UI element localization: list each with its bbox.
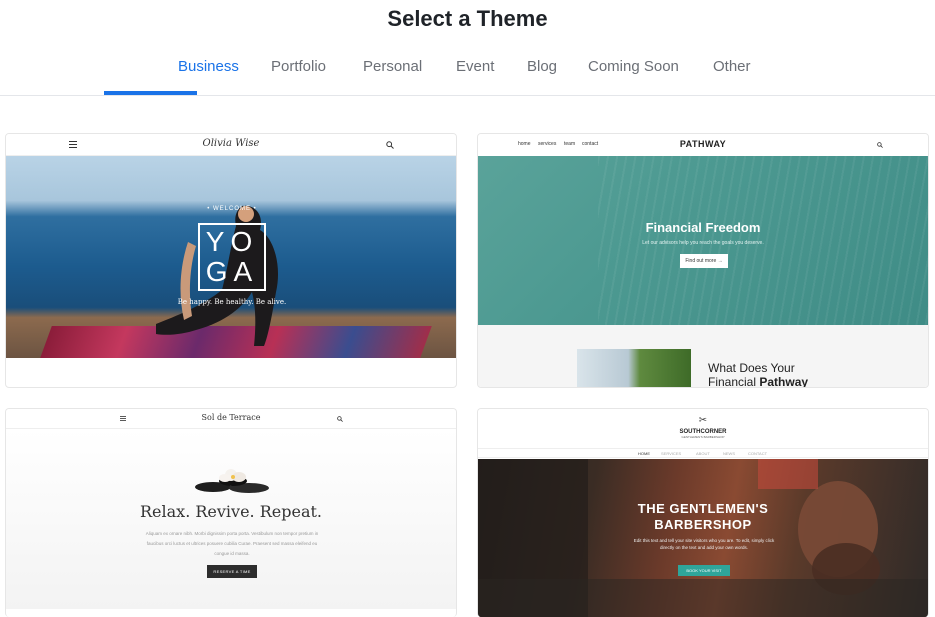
hero-title: Relax. Revive. Repeat. (140, 502, 322, 521)
section-heading-line-1: What Does Your (708, 361, 795, 375)
preview-section: What Does Your Financial Pathway (478, 325, 928, 388)
preview-nav-link: CONTACT (748, 451, 768, 456)
theme-card-pathway[interactable]: home services team contact PATHWAY Finan… (477, 133, 929, 388)
preview-nav-link: ABOUT (696, 451, 710, 456)
hero-title-line-1: THE GENTLEMEN'S (637, 501, 769, 516)
theme-card-terrace[interactable]: Sol de Terrace Relax. Revive. Repeat. Al… (5, 408, 457, 617)
preview-logo: SOUTHCORNER GENTLEMEN'S BARBERSHOP (478, 429, 928, 439)
tab-event[interactable]: Event (456, 58, 494, 75)
tab-blog[interactable]: Blog (527, 58, 557, 75)
hero-tagline: Be happy. Be healthy. Be alive. (177, 298, 287, 306)
preview-brand: Sol de Terrace (201, 413, 261, 422)
tab-business[interactable]: Business (178, 58, 239, 75)
theme-card-yoga[interactable]: Olivia Wise • WELCOME • YO GA Be happy. … (5, 133, 457, 388)
page-title: Select a Theme (387, 6, 548, 31)
search-icon (386, 141, 394, 149)
hero-paragraph: Aliquam ex ornare nibh. Morbi dignissim … (145, 531, 319, 556)
tab-other[interactable]: Other (713, 58, 751, 75)
hero-cta-button: RESERVE A TIME (207, 565, 257, 578)
hero-subtitle: Edit this text and tell your site visito… (633, 538, 775, 550)
hero-title: Financial Freedom (645, 220, 761, 235)
hero-title-line-1: YO (205, 226, 259, 257)
preview-nav: Olivia Wise (6, 134, 456, 156)
preview-nav: home services team contact PATHWAY (478, 134, 928, 156)
section-heading-plain: Financial (708, 375, 760, 388)
theme-card-southcorner[interactable]: ✂ SOUTHCORNER GENTLEMEN'S BARBERSHOP HOM… (477, 408, 929, 617)
section-heading: What Does Your Financial Pathway (708, 361, 908, 388)
hero-title: THE GENTLEMEN'S BARBERSHOP (478, 501, 928, 533)
section-heading-line-2: Financial Pathway (708, 375, 908, 388)
section-heading-bold: Pathway (759, 375, 809, 388)
search-icon (877, 142, 883, 148)
preview-logo-subtitle: GENTLEMEN'S BARBERSHOP (681, 435, 725, 439)
preview-header: ✂ SOUTHCORNER GENTLEMEN'S BARBERSHOP HOM… (478, 409, 928, 459)
hero-cta-button: Find out more → (680, 254, 728, 268)
section-image (577, 349, 691, 387)
preview-nav-link: HOME (638, 451, 650, 456)
preview-hero-image: • WELCOME • YO GA Be happy. Be healthy. … (6, 156, 456, 358)
search-icon (337, 416, 343, 422)
hero-title-line-2: GA (205, 256, 259, 287)
preview-logo: PATHWAY (679, 139, 727, 149)
spa-stones-illustration (195, 469, 269, 493)
scissors-icon: ✂ (698, 415, 708, 426)
preview-nav-link: NEWS (723, 451, 735, 456)
active-tab-indicator (104, 91, 197, 95)
category-tabs: Business Portfolio Personal Event Blog C… (0, 58, 935, 78)
preview-hero-image: Financial Freedom Let our advisors help … (478, 156, 928, 325)
hero-title-line-2: BARBERSHOP (654, 517, 752, 532)
preview-nav: Sol de Terrace (6, 409, 456, 429)
preview-body: Relax. Revive. Repeat. Aliquam ex ornare… (6, 429, 456, 609)
preview-nav: HOME SERVICES ABOUT NEWS CONTACT (478, 448, 928, 458)
tab-portfolio[interactable]: Portfolio (271, 58, 326, 75)
tab-personal[interactable]: Personal (363, 58, 422, 75)
hero-kicker: • WELCOME • (207, 206, 257, 212)
tab-coming-soon[interactable]: Coming Soon (588, 58, 679, 75)
hero-cta-button: BOOK YOUR VISIT (678, 565, 730, 576)
theme-header: Select a Theme Business Portfolio Person… (0, 0, 935, 96)
hero-subtitle: Let our advisors help you reach the goal… (642, 240, 764, 246)
hero-title-box: YO GA (198, 223, 266, 291)
preview-nav-link: SERVICES (661, 451, 682, 456)
